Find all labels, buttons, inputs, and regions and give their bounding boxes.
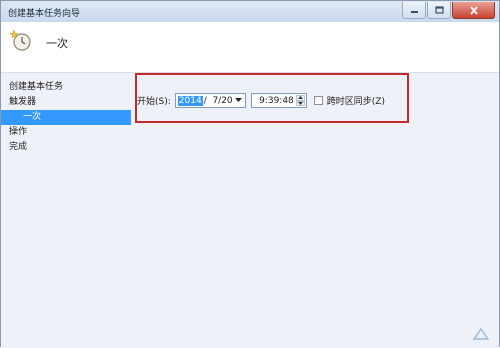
start-row: 开始(S): 2014 / 7/20 9:39:48 跨时区同步(Z) [137, 92, 385, 109]
sync-timezones-option[interactable]: 跨时区同步(Z) [313, 94, 385, 107]
nav-item-label: 操作 [9, 127, 28, 137]
start-label: 开始(S): [137, 97, 171, 107]
chevron-up-icon [297, 96, 303, 100]
start-time-field[interactable]: 9:39:48 [250, 93, 307, 108]
maximize-icon [434, 6, 444, 14]
nav-item-label: 一次 [23, 112, 42, 122]
nav-item-label: 完成 [9, 142, 28, 152]
task-wizard-icon [9, 29, 31, 51]
start-date-picker[interactable]: 2014 / 7/20 [174, 93, 246, 108]
sync-timezones-label: 跨时区同步(Z) [326, 97, 385, 107]
watermark-logo [473, 328, 489, 340]
wizard-content: 开始(S): 2014 / 7/20 9:39:48 跨时区同步(Z) [132, 73, 499, 348]
dropdown-arrow-icon[interactable] [234, 96, 243, 105]
wizard-window: 创建基本任务向导 一次 创建基本任务 触发器 一次 操作 完成 开始(S): 2… [0, 0, 500, 348]
page-title: 一次 [46, 37, 68, 50]
date-month-day-segment[interactable]: / 7/20 [204, 96, 233, 106]
minimize-button[interactable] [402, 2, 426, 19]
chevron-down-icon [297, 101, 303, 105]
nav-item-label: 创建基本任务 [9, 82, 64, 92]
close-icon [469, 5, 478, 15]
maximize-button[interactable] [427, 2, 451, 19]
time-spinner[interactable] [295, 95, 305, 106]
window-title: 创建基本任务向导 [8, 9, 81, 19]
wizard-header: 一次 [1, 22, 499, 73]
window-controls [401, 2, 495, 19]
wizard-steps-sidebar: 创建基本任务 触发器 一次 操作 完成 [1, 73, 132, 348]
nav-item-create-basic-task[interactable]: 创建基本任务 [1, 80, 132, 95]
sync-timezones-checkbox[interactable] [313, 96, 323, 105]
minimize-icon [410, 10, 418, 13]
nav-item-label: 触发器 [9, 97, 37, 107]
nav-item-trigger[interactable]: 触发器 [1, 95, 132, 110]
spin-down-button[interactable] [295, 100, 305, 106]
watermark-mark-icon [473, 328, 489, 340]
nav-item-once[interactable]: 一次 [1, 110, 131, 125]
close-button[interactable] [452, 2, 495, 19]
nav-item-finish[interactable]: 完成 [1, 140, 132, 155]
nav-item-action[interactable]: 操作 [1, 125, 132, 140]
date-year-segment[interactable]: 2014 [177, 95, 203, 106]
time-value[interactable]: 9:39:48 [259, 96, 294, 106]
title-bar[interactable]: 创建基本任务向导 [1, 1, 499, 22]
